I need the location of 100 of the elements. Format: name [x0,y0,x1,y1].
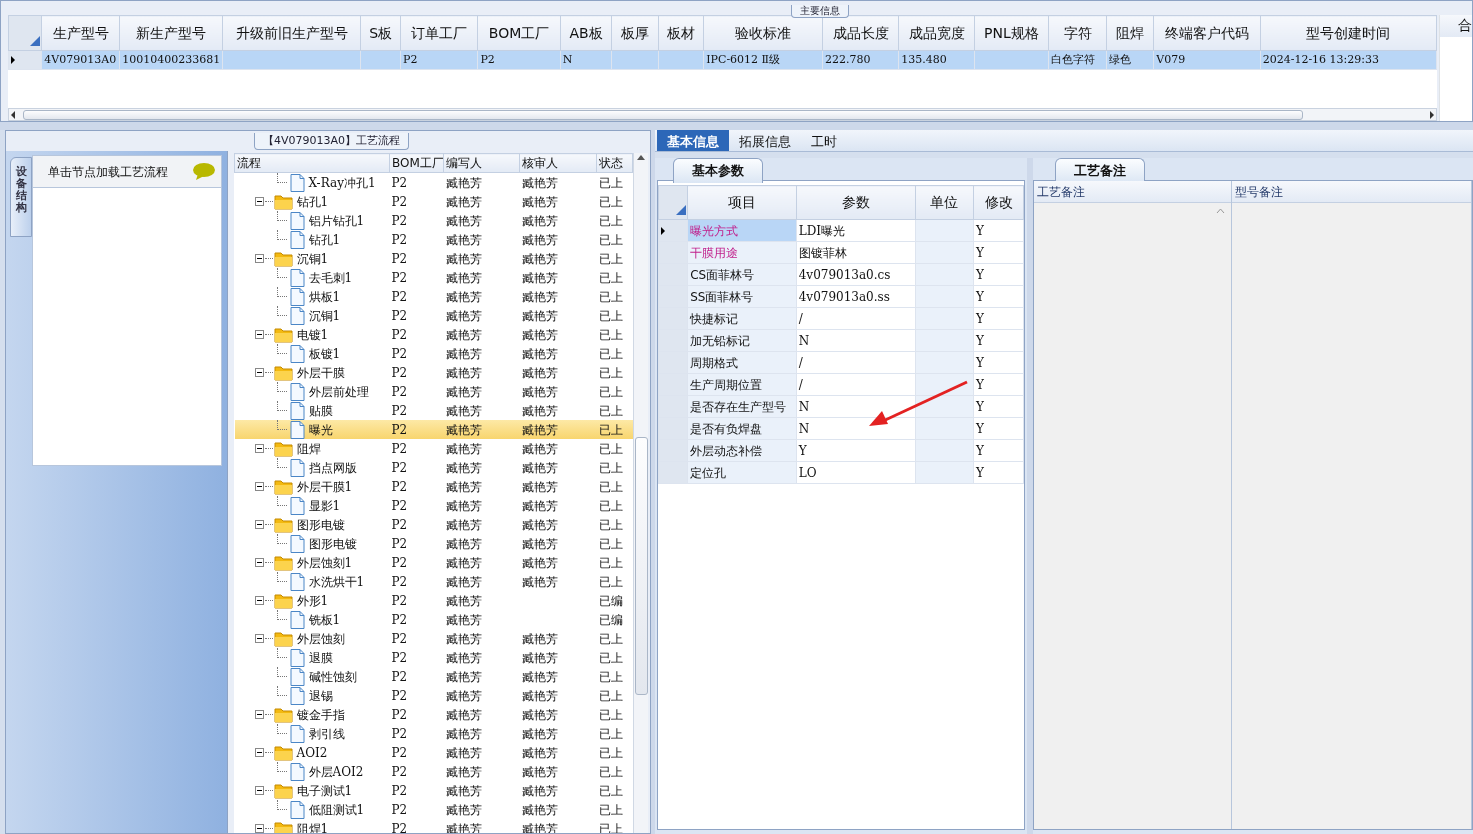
tab[interactable]: 基本信息 [657,130,729,151]
tree-node[interactable]: 外层蚀刻1 [296,553,353,572]
column-header[interactable]: 核审人 [519,153,597,173]
tree-node[interactable]: 挡点网版 [308,458,357,477]
tree-node[interactable]: 铝片钻孔1 [308,211,365,230]
column-header[interactable]: 状态 [596,153,633,173]
tree-node[interactable]: X-Ray冲孔1 [308,173,376,192]
collapse-toggle-icon[interactable] [254,786,264,795]
document-icon [289,382,305,401]
column-header[interactable]: 工艺备注 [1037,185,1085,199]
column-header[interactable]: 字符 [1048,15,1107,51]
tree-node[interactable]: 沉铜1 [296,249,329,268]
tree-node[interactable]: 烘板1 [308,287,341,306]
table-cell: 臧艳芳 [445,384,482,399]
column-header[interactable]: 修改 [973,185,1024,220]
collapse-toggle-icon[interactable] [254,558,264,567]
collapse-toggle-icon[interactable] [254,444,264,453]
column-header[interactable]: BOM工厂 [477,15,561,51]
column-header[interactable]: 型号创建时间 [1260,15,1437,51]
folder-icon [273,364,293,381]
table-cell: 臧艳芳 [521,251,558,266]
table-cell: 臧艳芳 [521,441,558,456]
tree-node[interactable]: 外层AOI2 [308,762,364,781]
column-header[interactable]: 参数 [796,185,916,220]
table-cell: 臧艳芳 [521,384,558,399]
column-header[interactable]: 板材 [658,15,704,51]
table-cell: 已上 [598,194,623,209]
collapse-toggle-icon[interactable] [254,748,264,757]
tree-node[interactable]: 外层干膜 [296,363,345,382]
tree-node[interactable]: 钻孔1 [308,230,341,249]
tree-node[interactable]: AOI2 [296,743,328,762]
column-header[interactable]: AB板 [560,15,612,51]
column-header[interactable]: 验收标准 [703,15,823,51]
column-header[interactable]: 单位 [915,185,974,220]
collapse-toggle-icon[interactable] [254,330,264,339]
collapse-toggle-icon[interactable] [254,368,264,377]
tree-node[interactable]: 剥引线 [308,724,345,743]
column-header[interactable]: 成品宽度 [898,15,975,51]
table-cell: 臧艳芳 [445,593,482,608]
table-cell: 臧艳芳 [445,403,482,418]
table-cell: P2 [391,631,408,646]
tree-node[interactable]: 外层干膜1 [296,477,353,496]
table-cell: P2 [391,802,408,817]
collapse-toggle-icon[interactable] [254,634,264,643]
table-cell: 臧艳芳 [445,726,482,741]
table-cell: P2 [391,327,408,342]
column-header[interactable]: 生产型号 [41,15,120,51]
tree-node[interactable]: 沉铜1 [308,306,341,325]
tree-node[interactable]: 退膜 [308,648,333,667]
collapse-toggle-icon[interactable] [254,520,264,529]
tree-node[interactable]: 电镀1 [296,325,329,344]
tree-node[interactable]: 退锡 [308,686,333,705]
column-header[interactable]: 流程 [234,153,390,173]
collapse-toggle-icon[interactable] [254,482,264,491]
tree-node[interactable]: 图形电镀 [308,534,357,553]
tree-node[interactable]: 外形1 [296,591,329,610]
tab[interactable]: 基本参数 [673,158,763,183]
side-tab[interactable]: 设备结构 [10,157,32,237]
tab[interactable]: 拓展信息 [729,130,801,151]
vertical-scrollbar[interactable] [633,153,648,833]
column-header[interactable]: 阻焊 [1106,15,1154,51]
tree-node[interactable]: 外层蚀刻 [296,629,345,648]
horizontal-scrollbar[interactable] [8,108,1437,121]
column-header[interactable]: BOM工厂 [389,153,444,173]
column-header[interactable]: 项目 [687,185,797,220]
collapse-toggle-icon[interactable] [254,596,264,605]
column-header[interactable]: PNL规格 [974,15,1049,51]
column-header[interactable]: S板 [360,15,401,51]
column-header[interactable]: 订单工厂 [400,15,478,51]
tree-node[interactable]: 铣板1 [308,610,341,629]
tree-node[interactable]: 外层前处理 [308,382,369,401]
table-cell: V079 [1156,52,1186,66]
tree-node[interactable]: 低阻测试1 [308,800,365,819]
tab[interactable]: 工时 [801,130,847,151]
tree-node[interactable]: 水洗烘干1 [308,572,365,591]
tree-node[interactable]: 阻焊 [296,439,321,458]
tree-node[interactable]: 显影1 [308,496,341,515]
tree-node[interactable]: 曝光 [308,420,333,439]
column-header[interactable]: 型号备注 [1235,185,1283,199]
tree-node[interactable]: 电子测试1 [296,781,353,800]
column-header[interactable]: 新生产型号 [119,15,223,51]
tree-node[interactable]: 图形电镀 [296,515,345,534]
tab[interactable]: 工艺备注 [1055,158,1145,183]
collapse-toggle-icon[interactable] [254,197,264,206]
tree-node[interactable]: 贴膜 [308,401,333,420]
collapse-toggle-icon[interactable] [254,254,264,263]
tree-node[interactable]: 板镀1 [308,344,341,363]
tree-node[interactable]: 镀金手指 [296,705,345,724]
column-header[interactable]: 升级前旧生产型号 [222,15,361,51]
table-cell: 臧艳芳 [445,232,482,247]
collapse-toggle-icon[interactable] [254,824,264,833]
table-cell: 已上 [598,574,623,589]
column-header[interactable]: 终端客户代码 [1153,15,1261,51]
collapse-toggle-icon[interactable] [254,710,264,719]
tree-node[interactable]: 碱性蚀刻 [308,667,357,686]
tree-node[interactable]: 去毛刺1 [308,268,353,287]
column-header[interactable]: 板厚 [611,15,659,51]
tree-node[interactable]: 钻孔1 [296,192,329,211]
column-header[interactable]: 成品长度 [822,15,899,51]
column-header[interactable]: 编写人 [443,153,520,173]
